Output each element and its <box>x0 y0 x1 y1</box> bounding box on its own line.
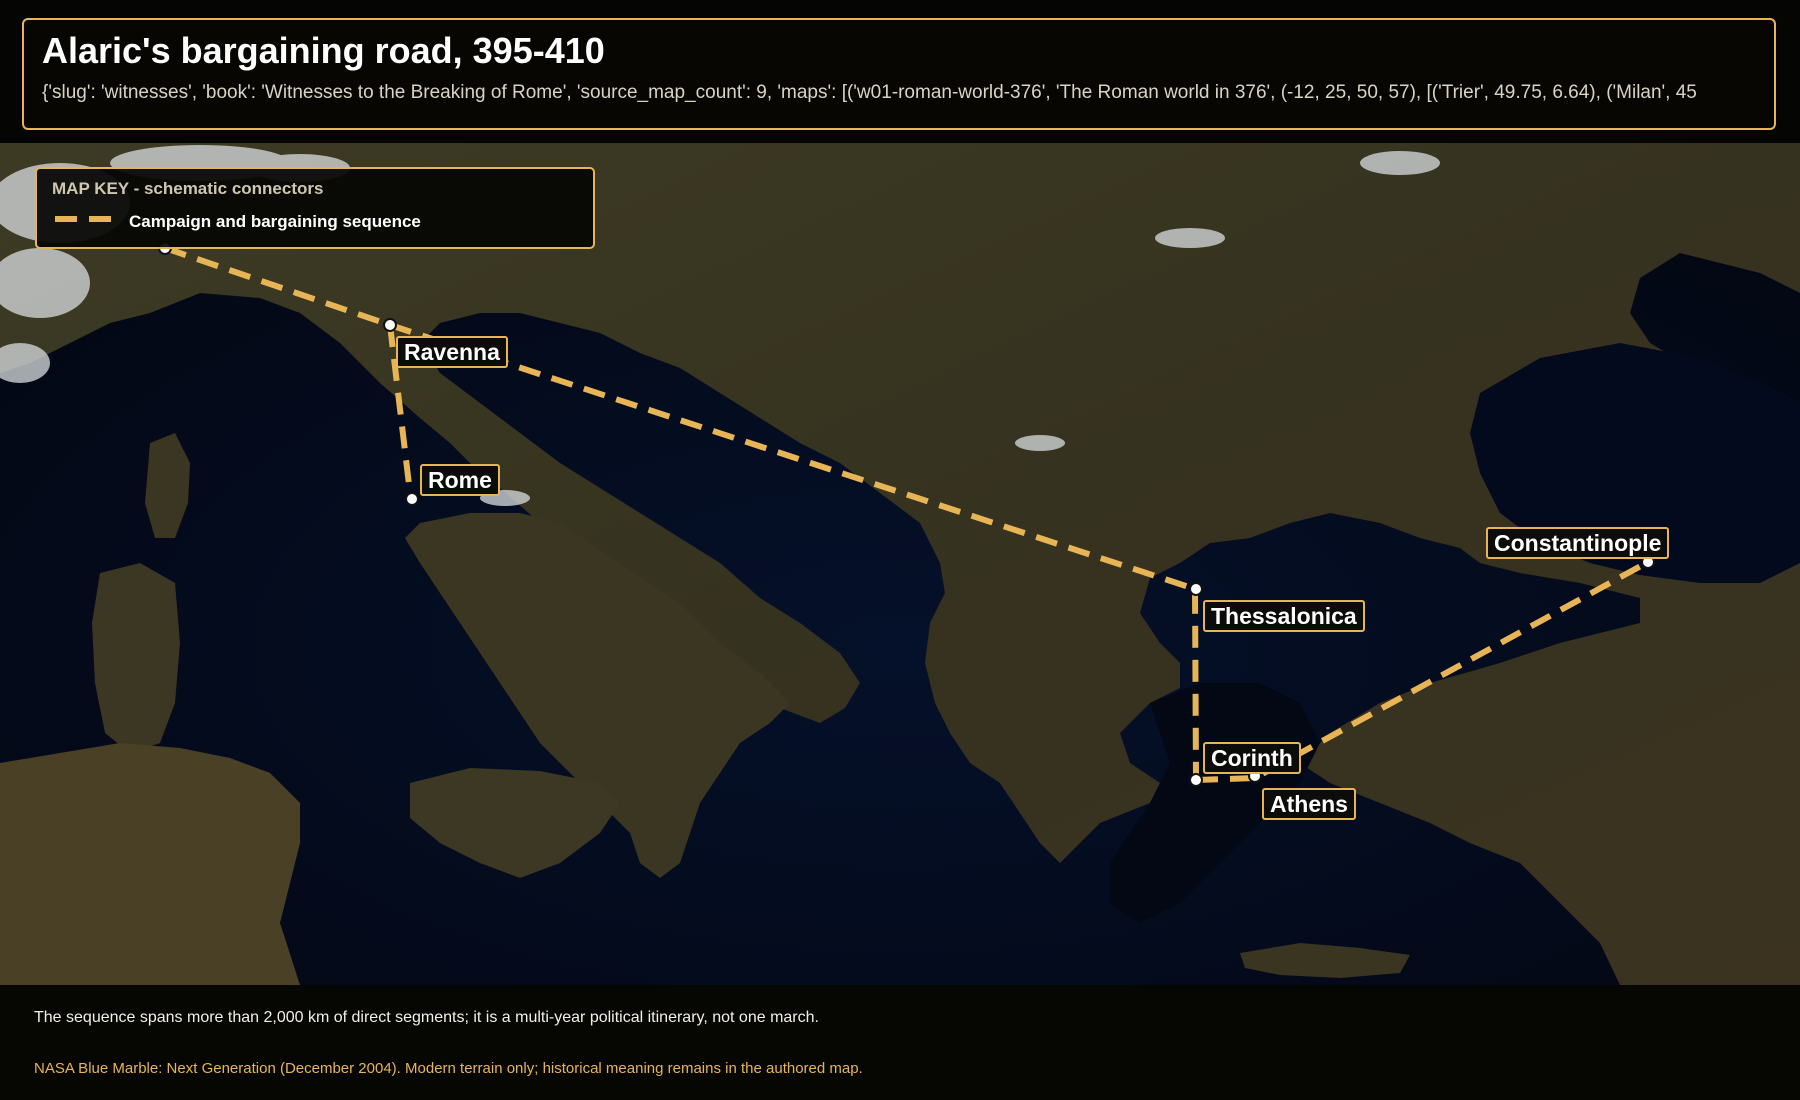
legend-item-label: Campaign and bargaining sequence <box>129 212 421 231</box>
node-corinth <box>1189 773 1203 787</box>
map-title: Alaric's bargaining road, 395-410 <box>42 30 605 71</box>
place-label-athens: Athens <box>1262 788 1356 820</box>
place-label-ravenna: Ravenna <box>396 336 508 368</box>
place-label-rome: Rome <box>420 464 500 496</box>
place-label-thessalonica: Thessalonica <box>1203 600 1365 632</box>
footer: The sequence spans more than 2,000 km of… <box>0 985 1800 1100</box>
island-sardinia <box>92 563 180 753</box>
place-label-constantinople: Constantinople <box>1486 527 1670 559</box>
node-thessalonica <box>1189 582 1203 596</box>
map-subtitle: {'slug': 'witnesses', 'book': 'Witnesses… <box>42 82 1697 103</box>
footer-note: The sequence spans more than 2,000 km of… <box>34 1009 819 1026</box>
imagery-credit: NASA Blue Marble: Next Generation (Decem… <box>34 1060 863 1077</box>
title-panel: Alaric's bargaining road, 395-410 {'slug… <box>22 18 1776 130</box>
map-legend: MAP KEY - schematic connectors Campaign … <box>35 167 595 249</box>
node-ravenna <box>383 318 397 332</box>
dashed-line-swatch-icon <box>55 216 119 222</box>
place-label-corinth: Corinth <box>1203 742 1301 774</box>
node-rome <box>405 492 419 506</box>
legend-title: MAP KEY - schematic connectors <box>52 179 324 198</box>
landmass-north-africa <box>0 743 300 985</box>
satellite-map <box>0 143 1800 985</box>
